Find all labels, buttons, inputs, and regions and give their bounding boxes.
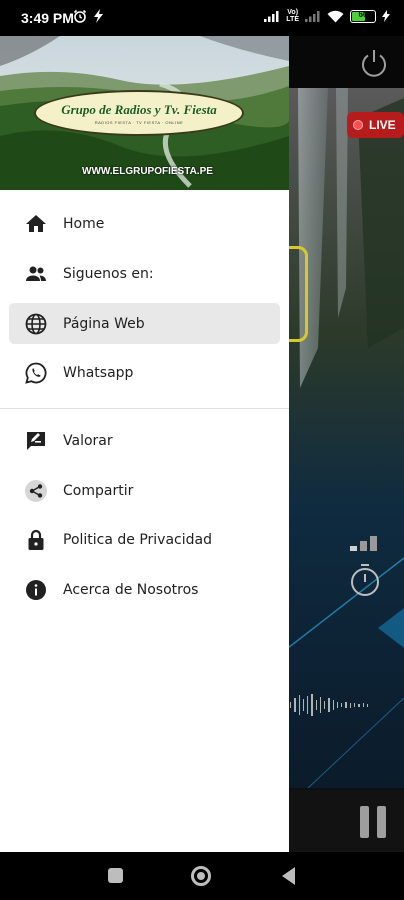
globe-icon bbox=[25, 313, 47, 334]
visualizer-bar bbox=[358, 703, 360, 707]
visualizer-bar bbox=[362, 703, 364, 707]
menu-item-compartir[interactable]: Compartir bbox=[9, 470, 280, 511]
alarm-icon bbox=[73, 9, 87, 23]
people-icon bbox=[26, 266, 46, 281]
back-button[interactable] bbox=[282, 867, 295, 885]
charging-icon bbox=[382, 10, 390, 22]
share-icon bbox=[25, 479, 47, 502]
audio-visualizer bbox=[290, 692, 369, 718]
pause-bar-left bbox=[360, 806, 369, 838]
visualizer-bar bbox=[298, 695, 300, 715]
menu-item-label: Página Web bbox=[63, 315, 145, 332]
website-url: WWW.ELGRUPOFIESTA.PE bbox=[82, 166, 213, 177]
status-right-icons: Vo) LTE 60 bbox=[264, 9, 390, 23]
menu-divider bbox=[0, 408, 289, 409]
logo-title: Grupo de Radios y Tv. Fiesta bbox=[61, 101, 217, 117]
pause-button[interactable] bbox=[360, 806, 386, 838]
menu-item-home[interactable]: Home bbox=[9, 203, 280, 244]
visualizer-bar bbox=[345, 702, 347, 708]
live-label: LIVE bbox=[369, 118, 396, 132]
visualizer-bar bbox=[319, 697, 322, 713]
status-time: 3:49 PM bbox=[21, 10, 74, 26]
menu-item-valorar[interactable]: Valorar bbox=[9, 420, 280, 461]
info-icon bbox=[26, 579, 46, 600]
logo-subtitle: RADIOS FIESTA · TV FIESTA · ONLINE bbox=[94, 119, 184, 125]
power-icon[interactable] bbox=[358, 47, 390, 79]
lock-icon bbox=[28, 529, 44, 550]
waterfall-artwork bbox=[288, 88, 404, 788]
visualizer-bar bbox=[311, 694, 313, 716]
status-bar: 3:49 PM Vo) LTE 60 bbox=[0, 0, 404, 36]
live-badge: LIVE bbox=[347, 112, 404, 138]
whatsapp-icon bbox=[25, 362, 47, 384]
visualizer-bar bbox=[315, 700, 317, 710]
visualizer-bar bbox=[328, 698, 330, 712]
visualizer-bar bbox=[366, 703, 369, 707]
visualizer-bar bbox=[349, 702, 351, 708]
home-icon bbox=[26, 214, 46, 232]
battery-icon: 60 bbox=[350, 9, 376, 23]
menu-item-acerca[interactable]: Acerca de Nosotros bbox=[9, 569, 280, 610]
drawer-header: Grupo de Radios y Tv. Fiesta RADIOS FIES… bbox=[0, 36, 289, 190]
volte-indicator: Vo) LTE bbox=[286, 9, 299, 23]
home-button[interactable] bbox=[191, 866, 211, 886]
cell-signal-2-icon bbox=[305, 11, 320, 22]
live-dot-icon bbox=[353, 120, 363, 130]
visualizer-bar bbox=[307, 696, 309, 714]
status-left-icons bbox=[73, 9, 105, 23]
timer-icon[interactable] bbox=[348, 562, 382, 598]
visualizer-bar bbox=[302, 699, 305, 711]
cell-signal-icon bbox=[264, 11, 279, 22]
menu-item-label: Politica de Privacidad bbox=[63, 531, 212, 548]
menu-item-privacidad[interactable]: Politica de Privacidad bbox=[9, 519, 280, 560]
brand-logo: Grupo de Radios y Tv. Fiesta RADIOS FIES… bbox=[34, 90, 244, 136]
quality-bars-icon[interactable] bbox=[350, 536, 377, 551]
recents-button[interactable] bbox=[108, 868, 123, 883]
navigation-drawer: Grupo de Radios y Tv. Fiesta RADIOS FIES… bbox=[0, 36, 289, 852]
menu-item-label: Compartir bbox=[63, 482, 134, 499]
visualizer-bar bbox=[336, 702, 339, 708]
menu-item-whatsapp[interactable]: Whatsapp bbox=[9, 352, 280, 393]
menu-item-label: Home bbox=[63, 215, 105, 232]
visualizer-bar bbox=[290, 702, 292, 708]
menu-item-label: Siguenos en: bbox=[63, 265, 154, 282]
flash-icon bbox=[94, 9, 103, 23]
visualizer-bar bbox=[332, 700, 334, 710]
menu-item-siguenos[interactable]: Siguenos en: bbox=[9, 253, 280, 294]
rate-review-icon bbox=[27, 431, 45, 450]
menu-item-label: Acerca de Nosotros bbox=[63, 581, 199, 598]
visualizer-bar bbox=[324, 701, 326, 709]
visualizer-bar bbox=[341, 703, 343, 707]
pause-bar-right bbox=[377, 806, 386, 838]
menu-item-label: Whatsapp bbox=[63, 364, 134, 381]
system-nav-bar bbox=[0, 852, 404, 900]
menu-item-label: Valorar bbox=[63, 432, 113, 449]
wifi-icon bbox=[327, 10, 344, 22]
visualizer-bar bbox=[353, 703, 356, 707]
menu-item-pagina-web[interactable]: Página Web bbox=[9, 303, 280, 344]
visualizer-bar bbox=[294, 698, 296, 712]
battery-level: 60 bbox=[358, 9, 368, 19]
